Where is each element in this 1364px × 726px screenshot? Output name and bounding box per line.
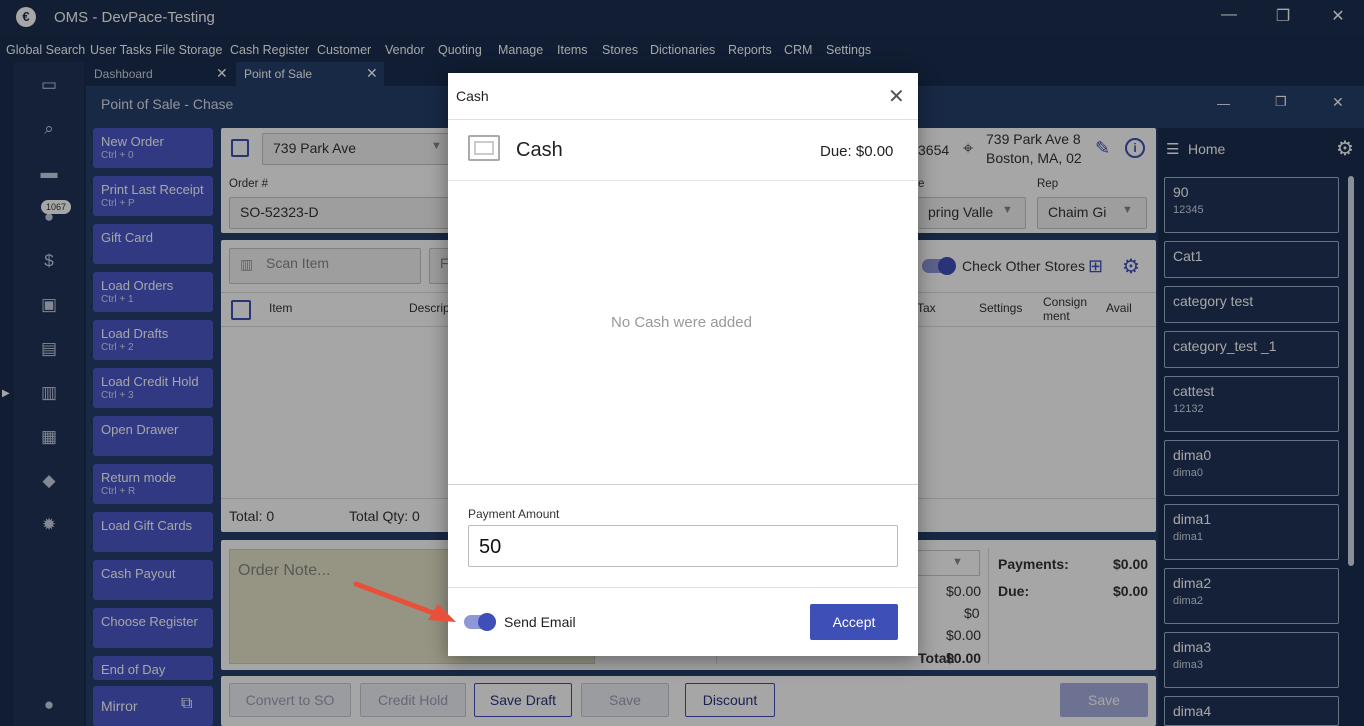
due-amount: Due: $0.00 [820,143,894,160]
send-email-label: Send Email [504,614,576,630]
cash-heading: Cash [516,139,563,161]
payment-amount-label: Payment Amount [468,507,560,521]
cash-dialog: Cash ✕ Cash Due: $0.00 No Cash were adde… [448,73,918,656]
dialog-title: Cash [456,88,489,104]
send-email-toggle[interactable] [464,613,496,631]
annotation-arrow [353,581,456,622]
divider [448,180,918,181]
empty-cash-message: No Cash were added [611,314,752,331]
cash-bills-icon [468,135,500,161]
dialog-header: Cash ✕ [448,73,918,120]
divider [448,484,918,485]
accept-button[interactable]: Accept [810,604,898,640]
toggle-knob [478,613,496,631]
divider [448,587,918,588]
close-dialog-icon[interactable]: ✕ [888,84,905,109]
payment-amount-input[interactable]: 50 [468,525,898,567]
